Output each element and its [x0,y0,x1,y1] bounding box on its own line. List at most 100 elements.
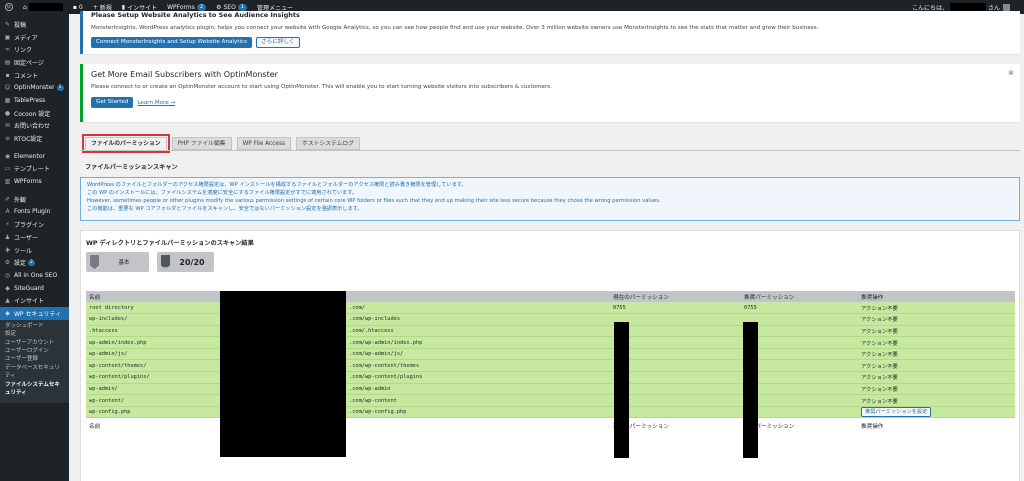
submenu-item[interactable]: ユーザーログイン [0,347,69,355]
cell-name: wp-includes/ [86,313,219,326]
header-name: 名前 [86,291,219,302]
sidebar-item-insights[interactable]: ▲ インサイト [0,294,69,307]
cell-current-permission [610,325,741,338]
update-badge: 1 [56,84,64,91]
submenu-item[interactable]: ファイルシステムセキュリティ [0,381,69,398]
plugin-icon: ⚡ [5,221,10,229]
cell-recommended-permission [741,383,858,396]
sidebar-item-wrench[interactable]: ✚ ツール [0,244,69,257]
wpforms-badge: 2 [196,3,207,11]
tab-php-file-editing[interactable]: PHP ファイル編集 [171,137,232,150]
sidebar-item-label: TablePress [14,96,46,104]
seo-badge: 1 [237,3,247,11]
info-line: However, sometimes people or other plugi… [87,198,661,204]
update-badge: 2 [28,259,35,266]
panel-title: WP ディレクトリとファイルパーミッションのスキャン結果 [86,240,254,247]
table-icon: ▦ [4,96,11,104]
sidebar-item-user[interactable]: ♟ ユーザー [0,231,69,244]
info-line: この WP のインストールには、ファイルシステムを適度に安全にするファイル権限設… [87,190,358,196]
cell-current-permission [610,406,741,419]
cocoon-icon: ● [4,109,11,117]
sidebar-item-forms[interactable]: ▥ WPForms [0,175,69,188]
cell-current-permission [610,394,741,407]
sidebar-item-label: 固定ページ [14,59,44,67]
cell-action: アクション不要 [858,325,1015,338]
sidebar-item-label: インサイト [14,298,45,306]
sidebar-item-label: WPForms [14,178,42,186]
seo-gear-icon: ⚙ [216,3,222,11]
username-redacted [949,3,986,11]
sidebar-item-media[interactable]: ▣ メディア [0,31,69,44]
info-line: この機能は、重要な WP コアフォルダとファイルをスキャンし、安全ではないパーミ… [87,206,363,212]
sidebar-item-page[interactable]: ▤ 固定ページ [0,56,69,69]
sidebar-item-pin[interactable]: ✎ 投稿 [0,18,69,31]
sidebar-item-mail[interactable]: ✉ お問い合わせ [0,120,69,133]
sidebar-item-cocoon[interactable]: ● Cocoon 設定 [0,107,69,120]
header-current-permission: 現在のパーミッション [610,291,741,302]
get-started-button[interactable]: Get Started [91,97,134,108]
elementor-icon: ◉ [4,152,11,160]
comment-icon: ▪ [5,71,10,79]
sidebar-item-table[interactable]: ▦ TablePress [0,94,69,107]
cell-name: .htaccess [86,325,219,338]
cell-action: アクション不要 [858,313,1015,326]
tab-wp-file-access[interactable]: WP File Access [236,137,292,150]
sidebar-item-plugin[interactable]: ⚡ プラグイン [0,218,69,231]
sidebar-item-optinmonster[interactable]: ☺ OptinMonster 1 [0,81,69,94]
cell-action: アクション不要 [858,348,1015,361]
submenu-item[interactable]: ユーザーアカウント [0,339,69,347]
link-icon: ∞ [5,46,10,54]
font-icon: A [5,208,10,216]
sidebar-item-folder[interactable]: ▭ テンプレート [0,163,69,176]
redacted-block [614,322,629,458]
home-icon: ⌂ [23,3,27,11]
cell-current-permission [610,348,741,361]
tab-bar: ファイルのパーミッション PHP ファイル編集 WP File Access ホ… [80,124,1020,153]
media-icon: ▣ [4,33,11,41]
sidebar-item-shield[interactable]: ◆ SiteGuard [0,282,69,295]
sidebar-item-security[interactable]: ◈ WP セキュリティ [0,307,69,320]
cell-name: wp-admin/js/ [86,348,219,361]
redacted-block [743,322,758,458]
sidebar-item-label: Cocoon 設定 [14,110,51,118]
sidebar-item-comment[interactable]: ▪ コメント [0,69,69,82]
sidebar-item-label: ツール [14,247,33,255]
submenu-item[interactable]: 設定 [0,330,69,338]
info-box: WordPress のファイルとフォルダーのアクセス権限設定は、WP インストー… [80,177,1020,221]
sidebar-item-settings[interactable]: ⚙ 設定 2 [0,256,69,269]
sidebar-item-label: お問い合わせ [14,123,51,131]
medal-icon [90,255,99,269]
learn-more-button[interactable]: さらに詳しく [256,37,300,48]
submenu-item[interactable]: データベースセキュリティ [0,364,69,381]
mail-icon: ✉ [4,122,11,130]
sidebar-item-list[interactable]: ≡ RTOC設定 [0,132,69,145]
learn-more-link[interactable]: Learn More → [137,100,175,106]
wp-logo-icon[interactable]: W [0,0,18,14]
sidebar-item-brush[interactable]: ✐ 外観 [0,193,69,206]
sidebar-item-font[interactable]: A Fonts Plugin [0,206,69,219]
sidebar-item-label: プラグイン [14,222,45,230]
submenu-item[interactable]: ダッシュボード [0,322,69,330]
site-name-redacted [28,3,63,11]
cell-recommended-permission [741,336,858,349]
bar-chart-icon: ▮ [121,3,126,11]
sidebar-item-label: 外観 [14,196,27,204]
sidebar-item-link[interactable]: ∞ リンク [0,43,69,56]
submenu-item[interactable]: ユーザー登録 [0,355,69,363]
sidebar-item-seo[interactable]: ◎ All in One SEO [0,269,69,282]
redacted-block [220,291,346,457]
cell-current-permission [610,371,741,384]
sidebar-item-label: リンク [14,47,33,55]
site-name[interactable]: ⌂ [18,0,68,14]
connect-monsterinsights-button[interactable]: Connect MonsterInsights and Setup Websit… [91,37,253,48]
tab-file-permissions[interactable]: ファイルのパーミッション [82,134,170,153]
page-icon: ▤ [4,58,11,66]
close-icon[interactable]: ⊗ [1008,69,1014,77]
sidebar-item-elementor[interactable]: ◉ Elementor [0,150,69,163]
cell-recommended-permission [741,394,858,407]
analytics-notice: Please Setup Website Analytics to See Au… [80,11,1020,54]
cell-recommended-permission [741,348,858,361]
set-recommended-permission-button[interactable]: 推奨パーミッションを設定 [861,407,932,418]
tab-host-system-logs[interactable]: ホストシステムログ [296,137,361,150]
sidebar-item-label: SiteGuard [14,284,44,292]
